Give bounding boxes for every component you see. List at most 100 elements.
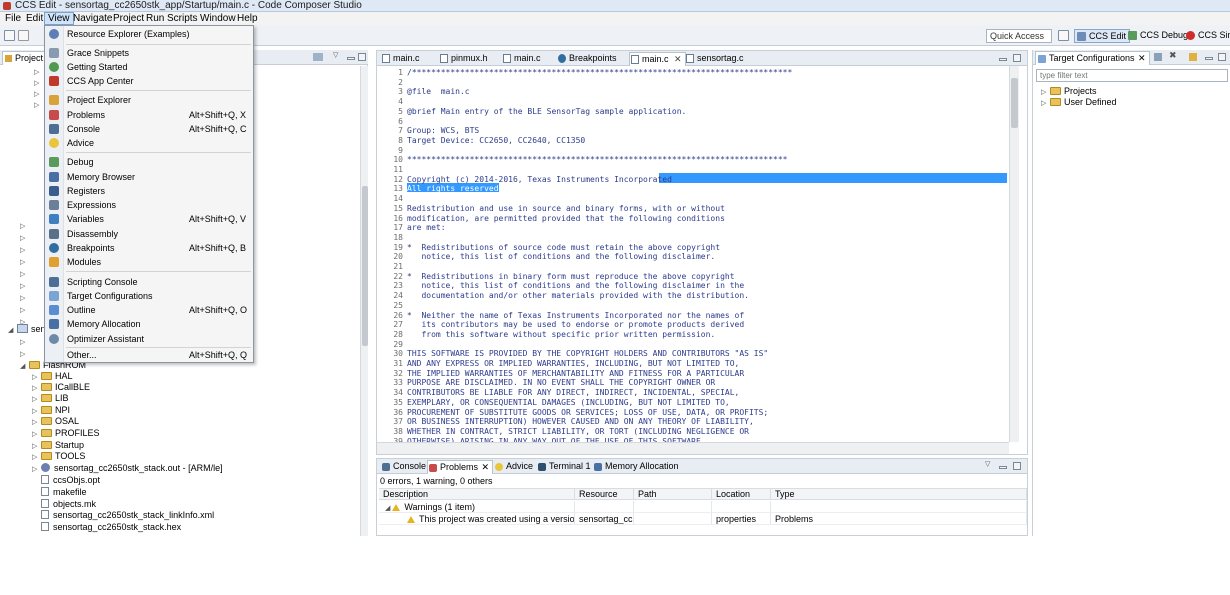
code-line[interactable]: 38 WHETHER IN CONTRACT, STRICT LIABILITY,… <box>377 427 1007 437</box>
editor-vertical-scrollbar[interactable] <box>1009 66 1019 442</box>
column-description[interactable]: Description <box>379 489 575 500</box>
tab-project-explorer[interactable]: Project <box>2 51 49 65</box>
code-line[interactable]: 25 <box>377 301 1007 311</box>
menu-item-memory-allocation[interactable]: Memory Allocation <box>45 317 253 331</box>
maximize-icon[interactable] <box>1013 462 1021 470</box>
code-line[interactable]: 31 AND ANY EXPRESS OR IMPLIED WARRANTIES,… <box>377 359 1007 369</box>
menu-item-problems[interactable]: Problems Alt+Shift+Q, X <box>45 108 253 122</box>
column-type[interactable]: Type <box>771 489 1027 500</box>
code-editor[interactable]: 1 /**************************************… <box>377 66 1007 442</box>
tree-twisty[interactable]: ▷ <box>20 280 29 291</box>
tree-twisty[interactable]: ▷ <box>20 268 29 279</box>
code-line[interactable]: 23 notice, this list of conditions and t… <box>377 281 1007 291</box>
maximize-icon[interactable] <box>1013 54 1021 62</box>
minimize-icon[interactable] <box>999 58 1007 61</box>
editor-horizontal-scrollbar[interactable] <box>377 442 1009 454</box>
code-line[interactable]: 26 * Neither the name of Texas Instrument… <box>377 311 1007 321</box>
menu-item-target-configurations[interactable]: Target Configurations <box>45 289 253 303</box>
code-line[interactable]: 2 <box>377 78 1007 88</box>
perspective-ccs-simple[interactable]: CCS Simp <box>1184 29 1230 43</box>
minimize-icon[interactable] <box>999 466 1007 469</box>
minimize-icon[interactable] <box>347 57 355 60</box>
code-line[interactable]: 33 PURPOSE ARE DISCLAIMED. IN NO EVENT SH… <box>377 378 1007 388</box>
dropdown-icon[interactable] <box>18 30 29 41</box>
menu-item-registers[interactable]: Registers <box>45 184 253 198</box>
link-editor-icon[interactable] <box>313 53 323 61</box>
column-path[interactable]: Path <box>634 489 712 500</box>
menu-navigate[interactable]: Navigate <box>70 12 115 25</box>
tree-row-user-defined[interactable]: ▷ User Defined <box>1041 97 1117 108</box>
tree-row-stack-out[interactable]: ▷ sensortag_cc2650stk_stack.out - [ARM/le… <box>32 463 223 474</box>
scrollbar-thumb[interactable] <box>362 186 368 346</box>
tree-twisty[interactable]: ▷ <box>20 336 29 347</box>
tree-row-stack-hex[interactable]: sensortag_cc2650stk_stack.hex <box>41 522 181 533</box>
code-line[interactable]: 5 @brief Main entry of the BLE SensorTag … <box>377 107 1007 117</box>
tree-row-objects-mk[interactable]: objects.mk <box>41 499 96 510</box>
code-line[interactable]: 9 <box>377 146 1007 156</box>
tab-console[interactable]: Console <box>381 460 426 474</box>
menu-item-resource-explorer[interactable]: Resource Explorer (Examples) <box>45 27 253 41</box>
tree-twisty[interactable]: ▷ <box>20 292 29 303</box>
menu-project[interactable]: Project <box>110 12 147 25</box>
code-line[interactable]: 7 Group: WCS, BTS <box>377 126 1007 136</box>
tree-row-tools[interactable]: ▷ TOOLS <box>32 451 85 462</box>
tree-row-startup[interactable]: ▷ Startup <box>32 440 84 451</box>
tree-row-profiles[interactable]: ▷ PROFILES <box>32 428 100 439</box>
tree-row-linkinfo[interactable]: sensortag_cc2650stk_stack_linkInfo.xml <box>41 510 214 521</box>
tree-row-makefile[interactable]: makefile <box>41 487 87 498</box>
tree-twisty[interactable]: ▷ <box>34 66 43 77</box>
code-line[interactable]: 22 * Redistributions in binary form must … <box>377 272 1007 282</box>
column-resource[interactable]: Resource <box>575 489 634 500</box>
new-icon[interactable] <box>4 30 15 41</box>
menu-item-getting-started[interactable]: Getting Started <box>45 60 253 74</box>
tree-twisty[interactable]: ▷ <box>34 88 43 99</box>
maximize-icon[interactable] <box>1218 53 1226 61</box>
project-explorer-scrollbar[interactable] <box>360 66 368 536</box>
menu-help[interactable]: Help <box>234 12 261 25</box>
perspective-ccs-debug[interactable]: CCS Debug <box>1126 29 1191 43</box>
tab-target-configurations[interactable]: Target Configurations ✕ <box>1035 51 1150 65</box>
editor-tab-main-c-1[interactable]: main.c <box>381 52 420 66</box>
perspective-ccs-edit[interactable]: CCS Edit <box>1074 29 1131 43</box>
code-line[interactable]: 15 Redistribution and use in source and b… <box>377 204 1007 214</box>
code-line[interactable]: 16 modification, are permitted provided t… <box>377 214 1007 224</box>
close-icon[interactable]: ✕ <box>481 461 489 474</box>
editor-tab-sensortag-c[interactable]: sensortag.c <box>685 52 744 66</box>
menu-item-expressions[interactable]: Expressions <box>45 198 253 212</box>
menu-file[interactable]: File <box>2 12 24 25</box>
code-line[interactable]: 24 documentation and/or other materials … <box>377 291 1007 301</box>
code-line[interactable]: 32 THE IMPLIED WARRANTIES OF MERCHANTABIL… <box>377 369 1007 379</box>
code-line[interactable]: 21 <box>377 262 1007 272</box>
code-line[interactable]: 29 <box>377 340 1007 350</box>
tab-terminal[interactable]: Terminal 1 <box>537 460 591 474</box>
code-line[interactable]: 17 are met: <box>377 223 1007 233</box>
code-line[interactable]: 37 OR BUSINESS INTERRUPTION) HOWEVER CAUS… <box>377 417 1007 427</box>
tree-twisty[interactable]: ▷ <box>20 244 29 255</box>
tree-twisty[interactable]: ▷ <box>20 348 29 359</box>
code-line[interactable]: 19 * Redistributions of source code must … <box>377 243 1007 253</box>
tree-row-project[interactable]: ◢ sen <box>8 324 46 335</box>
problems-row[interactable]: This project was created using a version… <box>379 513 1027 525</box>
tree-row-ccsobjs[interactable]: ccsObjs.opt <box>41 475 100 486</box>
editor-tab-pinmux-h[interactable]: pinmux.h <box>439 52 488 66</box>
quick-access-input[interactable]: Quick Access <box>986 29 1052 43</box>
view-menu-chevron-icon[interactable]: ▽ <box>985 460 993 468</box>
menu-edit[interactable]: Edit <box>23 12 46 25</box>
code-line[interactable]: 35 EXEMPLARY, OR CONSEQUENTIAL DAMAGES (I… <box>377 398 1007 408</box>
view-menu-chevron-icon[interactable]: ▽ <box>333 51 341 59</box>
tree-twisty[interactable]: ▷ <box>20 256 29 267</box>
code-line[interactable]: 10 **************************************… <box>377 155 1007 165</box>
menu-item-outline[interactable]: Outline Alt+Shift+Q, O <box>45 303 253 317</box>
menu-scripts[interactable]: Scripts <box>164 12 201 25</box>
editor-tab-main-c-2[interactable]: main.c <box>502 52 541 66</box>
menu-item-other[interactable]: Other... Alt+Shift+Q, Q <box>45 348 253 362</box>
column-location[interactable]: Location <box>712 489 771 500</box>
menu-item-breakpoints[interactable]: Breakpoints Alt+Shift+Q, B <box>45 241 253 255</box>
tree-twisty[interactable]: ▷ <box>20 304 29 315</box>
code-line[interactable]: 1 /**************************************… <box>377 68 1007 78</box>
code-line[interactable]: 8 Target Device: CC2650, CC2640, CC1350 <box>377 136 1007 146</box>
code-line[interactable]: 20 notice, this list of conditions and t… <box>377 252 1007 262</box>
menu-item-disassembly[interactable]: Disassembly <box>45 227 253 241</box>
open-perspective-icon[interactable] <box>1058 30 1069 41</box>
tree-row-npi[interactable]: ▷ NPI <box>32 405 70 416</box>
